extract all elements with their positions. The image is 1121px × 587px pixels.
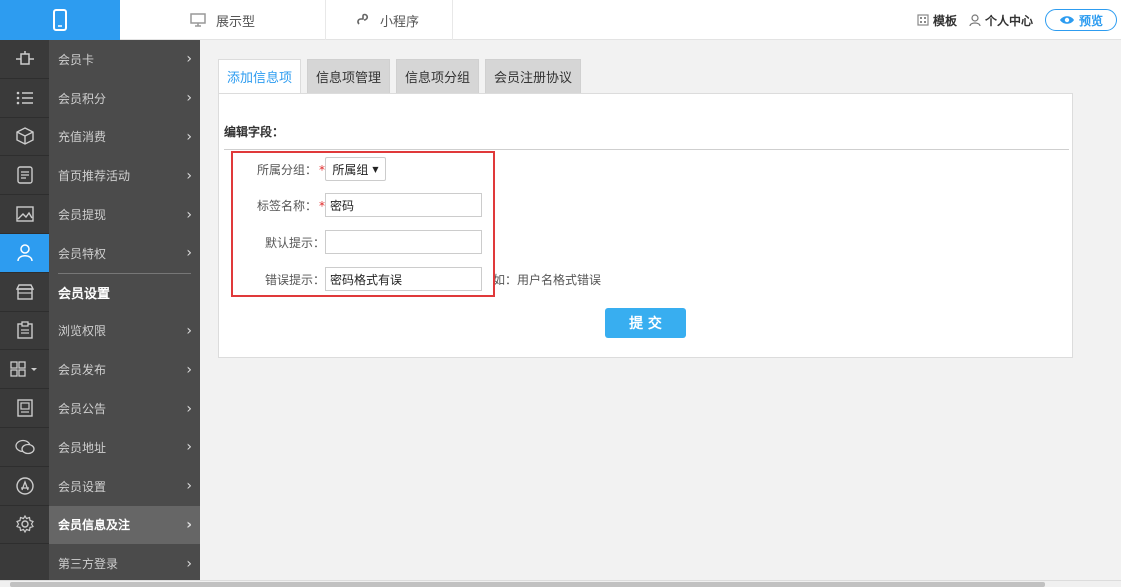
top-bar: 展示型 小程序 模板 个人中心 预览 <box>0 0 1121 40</box>
sidebar-item-member-card[interactable]: 会员卡 › <box>49 40 200 79</box>
user-center-label: 个人中心 <box>984 13 1033 28</box>
plugin-icon[interactable] <box>0 40 49 79</box>
chevron-right-icon: › <box>186 516 192 533</box>
scrollbar-thumb[interactable] <box>10 582 1045 587</box>
sidebar-item-label: 浏览权限 <box>58 324 107 339</box>
sidebar-item-member-info[interactable]: 会员信息及注 › <box>49 505 200 545</box>
sidebar-item-label: 会员信息及注 <box>58 518 131 533</box>
user-center-link[interactable]: 个人中心 <box>969 12 1033 29</box>
tab-miniprogram-label: 小程序 <box>380 14 420 30</box>
mobile-mode-button[interactable] <box>0 0 120 40</box>
sidebar-item-browse-permission[interactable]: 浏览权限 › <box>49 312 200 351</box>
appstore-icon[interactable] <box>0 467 49 506</box>
sidebar-item-label: 会员设置 <box>58 479 107 494</box>
sidebar-item-recharge[interactable]: 充值消费 › <box>49 118 200 157</box>
template-icon <box>917 14 929 26</box>
sidebar-item-notice[interactable]: 会员公告 › <box>49 389 200 428</box>
sidebar-section-header: 会员设置 <box>58 272 191 312</box>
sidebar-item-label: 会员公告 <box>58 402 107 417</box>
notice-icon[interactable] <box>0 389 49 428</box>
tab-display-type[interactable]: 展示型 <box>190 0 326 40</box>
gear-icon[interactable] <box>0 506 49 545</box>
chevron-right-icon: › <box>186 361 192 378</box>
submit-button[interactable]: 提 交 <box>605 308 686 338</box>
sidebar-item-label: 会员积分 <box>58 91 107 106</box>
chevron-right-icon: › <box>186 245 192 262</box>
sidebar-section-label: 会员设置 <box>58 287 111 303</box>
chevron-right-icon: › <box>186 322 192 339</box>
chevron-right-icon: › <box>186 51 192 68</box>
sidebar-item-withdraw[interactable]: 会员提现 › <box>49 195 200 234</box>
tab-display-type-label: 展示型 <box>216 14 256 30</box>
panel-title: 编辑字段： <box>224 125 285 139</box>
chevron-right-icon: › <box>186 555 192 572</box>
sidebar-item-member-publish[interactable]: 会员发布 › <box>49 350 200 389</box>
sidebar-item-label: 首页推荐活动 <box>58 169 131 184</box>
tab-miniprogram[interactable]: 小程序 <box>326 0 453 40</box>
chevron-right-icon: › <box>186 128 192 145</box>
tab-info-item-manage[interactable]: 信息项管理 <box>307 59 391 93</box>
sidebar-item-privilege[interactable]: 会员特权 › <box>49 234 200 273</box>
sidebar-item-member-points[interactable]: 会员积分 › <box>49 79 200 118</box>
image-icon[interactable] <box>0 195 49 234</box>
error-hint-example: 如：用户名格式错误 <box>493 273 602 287</box>
sidebar-item-settings[interactable]: 会员设置 › <box>49 467 200 506</box>
store-icon[interactable] <box>0 273 49 312</box>
sidebar-item-label: 会员提现 <box>58 208 107 223</box>
top-right-actions: 模板 个人中心 预览 <box>917 0 1121 40</box>
miniprogram-icon <box>356 13 370 27</box>
sidebar: 会员卡 › 会员积分 › 充值消费 › 首页推荐活动 › 会员提现 › 会员特权 › 会员设… <box>49 40 200 580</box>
main-content: 添加信息项 信息项管理 信息项分组 会员注册协议 编辑字段： 所属分组： * 所属… <box>200 40 1121 580</box>
monitor-icon <box>190 13 206 27</box>
preview-button[interactable]: 预览 <box>1045 9 1117 31</box>
sidebar-item-address[interactable]: 会员地址 › <box>49 428 200 467</box>
sidebar-item-label: 会员地址 <box>58 440 107 455</box>
highlight-box <box>231 151 495 297</box>
chevron-right-icon: › <box>186 439 192 456</box>
chevron-right-icon: › <box>186 478 192 495</box>
template-link[interactable]: 模板 <box>917 12 957 29</box>
chevron-right-icon: › <box>186 400 192 417</box>
edit-panel: 编辑字段： 所属分组： * 所属组 ▼ 标签名称： * 密码 默认提示： 错误提示： … <box>218 93 1073 358</box>
divider <box>224 149 1069 150</box>
chevron-right-icon: › <box>186 90 192 107</box>
document-icon[interactable] <box>0 156 49 196</box>
sidebar-item-label: 会员发布 <box>58 363 107 378</box>
tab-info-item-group[interactable]: 信息项分组 <box>396 59 480 93</box>
sidebar-item-home-activity[interactable]: 首页推荐活动 › <box>49 156 200 195</box>
user-icon[interactable] <box>0 233 49 273</box>
chevron-right-icon: › <box>186 167 192 184</box>
content-tabs: 添加信息项 信息项管理 信息项分组 会员注册协议 <box>218 59 587 93</box>
sidebar-item-label: 会员卡 <box>58 52 95 67</box>
grid-icon[interactable] <box>0 350 49 390</box>
template-label: 模板 <box>932 13 957 28</box>
chevron-right-icon: › <box>186 206 192 223</box>
sidebar-item-third-party-login[interactable]: 第三方登录 › <box>49 544 200 583</box>
sidebar-item-label: 充值消费 <box>58 130 107 145</box>
tab-register-agreement[interactable]: 会员注册协议 <box>485 59 582 93</box>
chat-icon[interactable] <box>0 428 49 467</box>
list-icon[interactable] <box>0 79 49 118</box>
preview-label: 预览 <box>1078 13 1103 28</box>
box-icon[interactable] <box>0 118 49 157</box>
horizontal-scrollbar[interactable] <box>0 580 1121 587</box>
icon-sidebar <box>0 40 49 580</box>
eye-icon <box>1059 16 1074 24</box>
phone-icon <box>53 9 67 31</box>
tab-add-info-item[interactable]: 添加信息项 <box>218 59 302 93</box>
sidebar-item-label: 会员特权 <box>58 246 107 261</box>
sidebar-item-label: 第三方登录 <box>58 557 119 572</box>
clipboard-icon[interactable] <box>0 312 49 351</box>
user-icon <box>969 13 981 26</box>
